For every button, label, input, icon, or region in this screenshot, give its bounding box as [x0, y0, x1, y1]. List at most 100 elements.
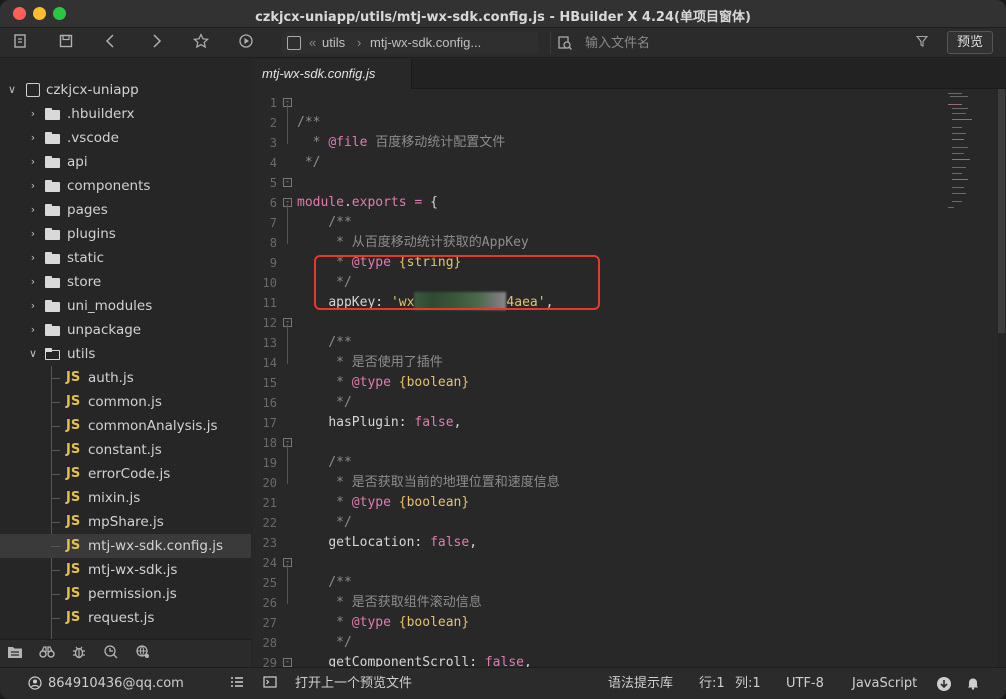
- code-line: * @file 百度移动统计配置文件: [252, 113, 996, 150]
- js-file-icon: JS: [66, 490, 81, 505]
- code-line: /**: [297, 455, 352, 470]
- tree-item-label: auth.js: [88, 370, 134, 386]
- plugins-icon[interactable]: [133, 644, 153, 664]
- language-mode[interactable]: JavaScript: [852, 668, 917, 699]
- list-icon[interactable]: [229, 676, 245, 692]
- file-search-input[interactable]: 输入文件名: [550, 32, 934, 54]
- tree-item-label: czkjcx-uniapp: [46, 82, 139, 98]
- run-icon[interactable]: [236, 33, 256, 53]
- code-comment: */: [297, 155, 321, 170]
- chevron-right-icon[interactable]: ›: [27, 150, 39, 174]
- tree-item-folder[interactable]: › uni_modules: [0, 294, 251, 318]
- tab-mtj-wx-sdk-config[interactable]: mtj-wx-sdk.config.js: [252, 59, 412, 89]
- explorer-icon[interactable]: [5, 644, 25, 664]
- js-file-icon: JS: [66, 514, 81, 529]
- breadcrumb-item-file[interactable]: mtj-wx-sdk.config...: [370, 32, 481, 54]
- tree-item-project[interactable]: ∨ czkjcx-uniapp: [0, 78, 251, 102]
- filter-icon[interactable]: [915, 32, 929, 54]
- save-icon[interactable]: [56, 33, 76, 53]
- app-window: czkjcx-uniapp/utils/mtj-wx-sdk.config.js…: [0, 0, 1006, 699]
- chevron-right-icon: ›: [357, 35, 362, 50]
- bell-icon[interactable]: [965, 676, 981, 692]
- chevron-right-icon[interactable]: ›: [27, 318, 39, 342]
- breadcrumb[interactable]: « utils › mtj-wx-sdk.config...: [282, 32, 538, 54]
- tree-item-file[interactable]: JS constant.js: [0, 438, 251, 462]
- new-file-icon[interactable]: [10, 33, 30, 53]
- tree-item-folder[interactable]: › .hbuilderx: [0, 102, 251, 126]
- tree-item-file[interactable]: JS mpShare.js: [0, 510, 251, 534]
- cursor-row[interactable]: 行:1: [699, 668, 725, 699]
- tree-item-folder[interactable]: › .vscode: [0, 126, 251, 150]
- tree-item-file[interactable]: JS mtj-wx-sdk.config.js: [0, 534, 251, 558]
- download-icon[interactable]: [936, 676, 952, 692]
- code-line: getComponentScroll: false,: [252, 633, 996, 667]
- folder-icon: [45, 204, 60, 216]
- toolbar: « utils › mtj-wx-sdk.config... 输入文件名 预览: [0, 28, 1006, 58]
- open-last-preview-link[interactable]: 打开上一个预览文件: [295, 668, 412, 699]
- chevron-down-icon[interactable]: ∨: [27, 342, 39, 366]
- tree-item-folder[interactable]: › api: [0, 150, 251, 174]
- tree-item-folder[interactable]: › store: [0, 270, 251, 294]
- code-line: getLocation: false,: [328, 535, 478, 550]
- scrollbar-thumb[interactable]: [998, 89, 1005, 333]
- folder-icon: [45, 252, 60, 264]
- tree-item-folder[interactable]: › unpackage: [0, 318, 251, 342]
- file-encoding[interactable]: UTF-8: [786, 668, 824, 699]
- code-line: */: [297, 515, 352, 530]
- js-file-icon: JS: [66, 442, 81, 457]
- tree-item-file[interactable]: JS request.js: [0, 606, 251, 630]
- tree-item-file[interactable]: JS mtj-wx-sdk.js: [0, 558, 251, 582]
- chevron-right-icon[interactable]: ›: [27, 246, 39, 270]
- debug-bug-icon[interactable]: [69, 644, 89, 664]
- tree-item-folder[interactable]: › pages: [0, 198, 251, 222]
- tree-item-file[interactable]: JS commonAnalysis.js: [0, 414, 251, 438]
- back-icon[interactable]: [101, 33, 121, 53]
- tree-item-file[interactable]: JS auth.js: [0, 366, 251, 390]
- tree-item-file[interactable]: JS common.js: [0, 390, 251, 414]
- preview-button[interactable]: 预览: [947, 31, 993, 54]
- tree-item-file[interactable]: JS permission.js: [0, 582, 251, 606]
- code-boolean: false: [414, 415, 454, 430]
- tree-item-file[interactable]: JS mixin.js: [0, 486, 251, 510]
- binoculars-icon[interactable]: [37, 644, 57, 664]
- tree-item-folder-utils[interactable]: ∨ utils: [0, 342, 251, 366]
- terminal-icon[interactable]: [262, 676, 278, 692]
- tree-item-folder[interactable]: › static: [0, 246, 251, 270]
- chevron-right-icon[interactable]: ›: [27, 222, 39, 246]
- source-control-icon[interactable]: [101, 644, 121, 664]
- chevron-down-icon[interactable]: ∨: [6, 78, 18, 102]
- code-line: /**: [252, 653, 996, 667]
- chevron-right-icon[interactable]: ›: [27, 198, 39, 222]
- folder-icon: [45, 228, 60, 240]
- minimap[interactable]: [944, 89, 996, 249]
- status-bar: 864910436@qq.com 打开上一个预览文件 语法提示库 行:1 列:1…: [0, 667, 1006, 699]
- code-line: */: [297, 395, 352, 410]
- cursor-col[interactable]: 列:1: [735, 668, 761, 699]
- tree-item-folder[interactable]: › plugins: [0, 222, 251, 246]
- code-editor[interactable]: 1-2 3 4 5-6-7 8 9 10 11 12-13 14 15 16 17 18-19 20 21 22…: [252, 89, 1006, 667]
- tree-item-file[interactable]: JS errorCode.js: [0, 462, 251, 486]
- editor-scrollbar[interactable]: [997, 89, 1006, 667]
- window-title: czkjcx-uniapp/utils/mtj-wx-sdk.config.js…: [255, 10, 751, 25]
- project-icon: [26, 83, 40, 97]
- syntax-hint-library[interactable]: 语法提示库: [608, 668, 673, 699]
- breadcrumb-item-utils[interactable]: utils: [322, 32, 345, 54]
- chevron-right-icon[interactable]: ›: [27, 270, 39, 294]
- user-account[interactable]: 864910436@qq.com: [48, 668, 184, 699]
- folder-icon: [45, 156, 60, 168]
- user-icon[interactable]: [27, 676, 43, 692]
- chevron-right-icon[interactable]: ›: [27, 174, 39, 198]
- code-property: hasPlugin: [328, 415, 399, 430]
- tree-item-label: api: [67, 154, 88, 170]
- folder-icon: [45, 108, 60, 120]
- chevron-right-icon[interactable]: ›: [27, 102, 39, 126]
- code-line: /**: [297, 575, 352, 590]
- file-search-icon: [557, 35, 573, 58]
- tree-item-label: common.js: [88, 394, 162, 410]
- chevron-right-icon[interactable]: ›: [27, 294, 39, 318]
- chevron-right-icon[interactable]: ›: [27, 126, 39, 150]
- star-icon[interactable]: [191, 33, 211, 53]
- tree-item-folder[interactable]: › components: [0, 174, 251, 198]
- tree-item-label: utils: [67, 346, 96, 362]
- forward-icon[interactable]: [146, 33, 166, 53]
